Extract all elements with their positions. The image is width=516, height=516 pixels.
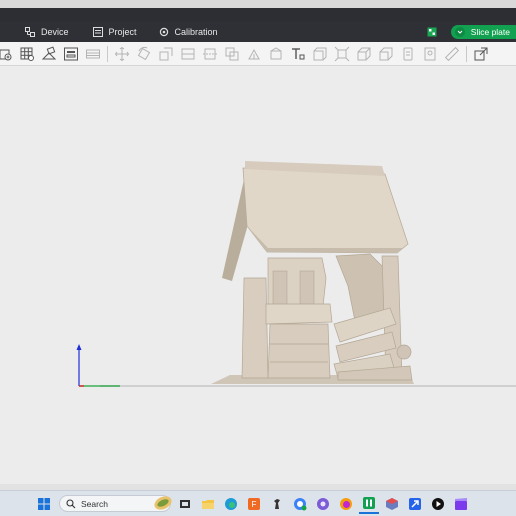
export-icon[interactable] xyxy=(470,43,492,65)
measure-icon[interactable] xyxy=(309,43,331,65)
app-chess-icon[interactable] xyxy=(267,494,287,514)
windows-taskbar: Search F xyxy=(0,490,516,516)
rotate-icon[interactable] xyxy=(133,43,155,65)
media-player-icon[interactable] xyxy=(428,494,448,514)
search-placeholder: Search xyxy=(81,498,108,509)
taskbar-search[interactable]: Search xyxy=(59,495,172,512)
title-bar xyxy=(0,8,516,22)
svg-text:F: F xyxy=(252,500,257,509)
calibration-icon xyxy=(159,27,168,37)
roof xyxy=(242,167,409,254)
device-icon xyxy=(25,27,35,37)
app-purple-icon[interactable] xyxy=(313,494,333,514)
grid-arrange-icon[interactable] xyxy=(16,43,38,65)
tab-device[interactable]: Device xyxy=(17,22,77,42)
firefox-icon[interactable] xyxy=(336,494,356,514)
app-chat-icon[interactable] xyxy=(290,494,310,514)
split-icon[interactable] xyxy=(82,43,104,65)
toolbar-divider xyxy=(107,45,108,62)
tab-device-label: Device xyxy=(41,27,69,37)
plate-view-icon[interactable] xyxy=(427,27,437,37)
app-clapper-icon[interactable] xyxy=(451,494,471,514)
tab-project-label: Project xyxy=(108,27,137,37)
cut-icon[interactable] xyxy=(199,43,221,65)
ruler-icon[interactable] xyxy=(441,43,463,65)
text-icon[interactable] xyxy=(287,43,309,65)
edge-browser-icon[interactable] xyxy=(221,494,241,514)
app-arrow-icon[interactable] xyxy=(405,494,425,514)
main-tab-bar: Device Project Calibration Slice plate xyxy=(0,22,516,42)
project-icon xyxy=(92,27,103,37)
paint-icon[interactable] xyxy=(419,43,441,65)
cube-icon[interactable] xyxy=(375,43,397,65)
search-highlight-icon xyxy=(154,496,172,510)
model-render xyxy=(76,161,516,387)
boolean-icon[interactable] xyxy=(221,43,243,65)
move-icon[interactable] xyxy=(111,43,133,65)
add-plate-icon[interactable] xyxy=(0,43,16,65)
assembly-icon[interactable] xyxy=(331,43,353,65)
toolbar-divider xyxy=(466,45,467,62)
windows-start-icon[interactable] xyxy=(34,494,54,514)
lay-on-face-icon[interactable] xyxy=(177,43,199,65)
window-top-strip xyxy=(0,0,516,8)
well-body xyxy=(267,323,331,379)
well-top xyxy=(265,303,333,325)
emboss-icon[interactable] xyxy=(353,43,375,65)
tab-calibration[interactable]: Calibration xyxy=(151,22,226,42)
scale-icon[interactable] xyxy=(155,43,177,65)
tab-project[interactable]: Project xyxy=(85,22,145,42)
slice-plate-button[interactable]: Slice plate xyxy=(450,25,516,39)
file-explorer-icon[interactable] xyxy=(198,494,218,514)
3d-viewport[interactable] xyxy=(0,66,516,486)
task-view-icon[interactable] xyxy=(175,494,195,514)
search-icon xyxy=(66,498,76,508)
bambu-studio-icon[interactable] xyxy=(359,494,379,514)
support-paint-icon[interactable] xyxy=(243,43,265,65)
main-toolbar xyxy=(0,42,516,66)
app-cube-icon[interactable] xyxy=(382,494,402,514)
tab-calibration-label: Calibration xyxy=(174,27,218,37)
layout-icon[interactable] xyxy=(60,43,82,65)
left-post xyxy=(241,277,269,379)
seam-paint-icon[interactable] xyxy=(265,43,287,65)
chevron-down-icon[interactable] xyxy=(454,27,465,37)
z-axis-arrow xyxy=(76,344,82,350)
auto-orient-icon[interactable] xyxy=(38,43,60,65)
variable-height-icon[interactable] xyxy=(397,43,419,65)
app-orange-icon[interactable]: F xyxy=(244,494,264,514)
slice-plate-label: Slice plate xyxy=(470,27,510,37)
log-end xyxy=(396,344,412,360)
